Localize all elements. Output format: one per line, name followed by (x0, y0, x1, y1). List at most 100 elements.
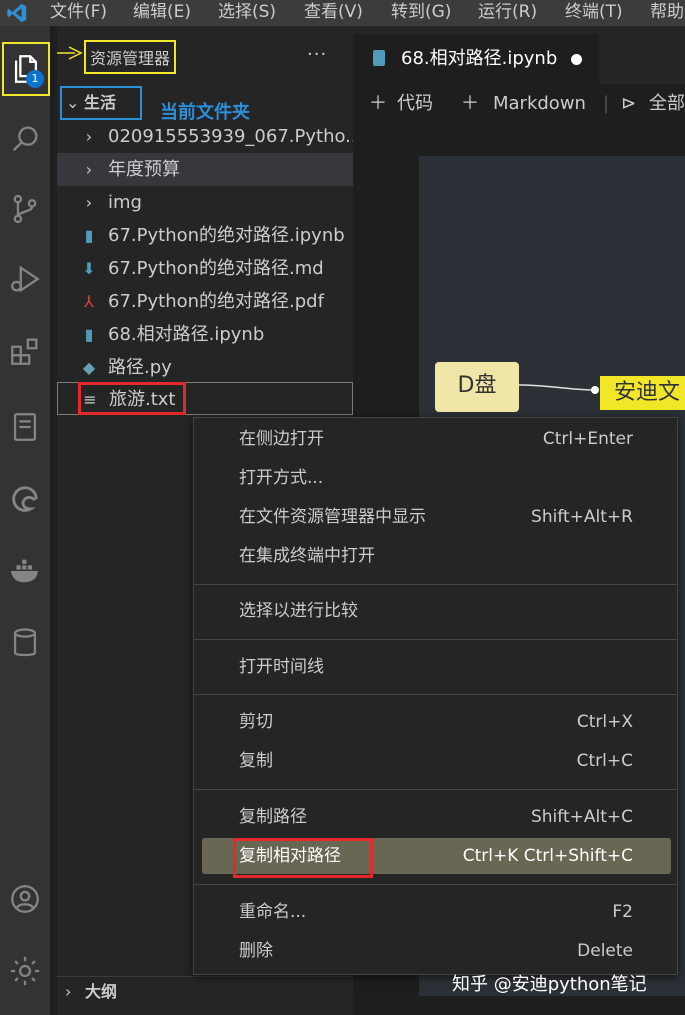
database-activity-button[interactable] (0, 618, 50, 668)
docker-activity-button[interactable] (0, 546, 50, 596)
edge-activity-button[interactable] (0, 474, 50, 524)
menu-item-rename[interactable]: 重命名... F2 (202, 894, 671, 930)
menu-item-label: 打开方式... (239, 468, 324, 488)
source-control-activity-button[interactable] (0, 184, 50, 234)
menu-item-shortcut: F2 (612, 902, 633, 922)
mindmap-node-d: D盘 (435, 362, 519, 412)
menu-item-open-with[interactable]: 打开方式... (202, 460, 671, 496)
tab-bar: 68.相对路径.ipynb (353, 26, 685, 84)
tab-label: 68.相对路径.ipynb (401, 48, 558, 69)
tree-item-label: 路径.py (108, 357, 172, 378)
tree-item-label: 68.相对路径.ipynb (108, 324, 265, 345)
add-markdown-button[interactable]: Markdown (493, 84, 586, 124)
menu-item-label: 在文件资源管理器中显示 (239, 507, 426, 527)
menu-item-open-to-side[interactable]: 在侧边打开 Ctrl+Enter (202, 421, 671, 457)
menu-go[interactable]: 转到(G) (391, 0, 451, 26)
tree-item[interactable]: › 020915553939_067.Pytho... (57, 120, 353, 153)
accounts-activity-button[interactable] (0, 874, 50, 924)
tree-item[interactable]: ▮ 67.Python的绝对路径.ipynb (57, 219, 353, 252)
pdf-file-icon: ⅄ (84, 292, 94, 311)
unsaved-dot-icon[interactable] (571, 54, 582, 65)
menu-edit[interactable]: 编辑(E) (133, 0, 191, 26)
menu-separator (194, 789, 677, 790)
tree-item[interactable]: › img (57, 186, 353, 219)
outline-section-header[interactable]: › 大纲 (57, 976, 353, 1006)
extensions-icon (11, 338, 38, 365)
menu-item-label: 复制路径 (239, 807, 307, 827)
menu-item-copy[interactable]: 复制 Ctrl+C (202, 743, 671, 779)
menu-file[interactable]: 文件(F) (50, 0, 107, 26)
tree-item-label: 020915553939_067.Pytho... (108, 126, 353, 147)
docker-icon (10, 559, 38, 583)
tab-notebook[interactable]: 68.相对路径.ipynb (353, 34, 599, 84)
menu-item-shortcut: Shift+Alt+C (530, 807, 633, 827)
python-file-icon: ◆ (82, 358, 96, 377)
tree-item[interactable]: ⅄ 67.Python的绝对路径.pdf (57, 285, 353, 318)
notebook-activity-button[interactable] (0, 402, 50, 452)
notebook-file-icon: ▮ (84, 325, 94, 344)
explorer-title: 资源管理器 (84, 40, 177, 74)
plus-icon: ＋ (369, 93, 387, 114)
menu-terminal[interactable]: 终端(T) (565, 0, 623, 26)
source-control-icon (13, 194, 37, 224)
menu-item-select-for-compare[interactable]: 选择以进行比较 (202, 593, 671, 629)
add-code-button[interactable]: 代码 (397, 84, 433, 124)
notebook-file-icon (373, 50, 385, 66)
run-all-icon: ⊳ (621, 93, 637, 114)
menu-item-label: 选择以进行比较 (239, 601, 358, 621)
menu-item-label: 剪切 (239, 712, 273, 732)
outline-title: 大纲 (85, 982, 118, 1001)
search-activity-button[interactable] (0, 114, 50, 164)
menu-item-copy-path[interactable]: 复制路径 Shift+Alt+C (202, 799, 671, 835)
tree-item-label: 67.Python的绝对路径.ipynb (108, 225, 345, 246)
tree-item[interactable]: ⬇ 67.Python的绝对路径.md (57, 252, 353, 285)
mindmap-connector (519, 384, 599, 394)
menu-item-shortcut: Shift+Alt+R (531, 507, 633, 527)
tree-item[interactable]: ▮ 68.相对路径.ipynb (57, 318, 353, 351)
menu-item-delete[interactable]: 删除 Delete (202, 933, 671, 969)
vscode-logo-icon[interactable] (6, 2, 28, 24)
extensions-activity-button[interactable] (0, 326, 50, 376)
menu-item-label: 删除 (239, 941, 273, 961)
database-icon (13, 628, 37, 657)
toolbar-divider: | (603, 93, 610, 114)
tree-item[interactable]: › 年度预算 (57, 153, 353, 186)
chevron-down-icon: ⌄ (66, 93, 80, 112)
chevron-right-icon: › (85, 160, 93, 179)
menu-item-open-timeline[interactable]: 打开时间线 (202, 649, 671, 685)
run-all-button[interactable]: 全部 (649, 84, 685, 124)
watermark: 知乎 @安迪python笔记 (452, 974, 647, 995)
workspace-folder-header[interactable]: ⌄ 生活 (60, 86, 142, 120)
account-icon (11, 885, 39, 913)
menu-item-label: 在集成终端中打开 (239, 546, 375, 566)
explorer-activity-button[interactable]: 1 (2, 42, 50, 96)
run-debug-activity-button[interactable] (0, 254, 50, 304)
menu-item-label: 打开时间线 (239, 657, 324, 677)
menu-item-shortcut: Ctrl+C (576, 751, 633, 771)
tree-item[interactable]: ◆ 路径.py (57, 351, 353, 384)
edge-browser-icon (12, 486, 38, 512)
gear-icon (10, 956, 40, 986)
run-debug-icon (11, 265, 40, 293)
menu-item-label: 复制 (239, 751, 273, 771)
tree-item-label: 67.Python的绝对路径.pdf (108, 291, 324, 312)
menu-item-open-in-terminal[interactable]: 在集成终端中打开 (202, 538, 671, 574)
tree-item-label: img (108, 192, 142, 213)
more-actions-button[interactable]: ··· (307, 44, 327, 65)
menu-item-reveal-in-explorer[interactable]: 在文件资源管理器中显示 Shift+Alt+R (202, 499, 671, 535)
menu-view[interactable]: 查看(V) (304, 0, 363, 26)
search-icon (12, 126, 38, 152)
workspace-folder-name: 生活 (84, 93, 117, 112)
activity-bar: 1 (0, 26, 50, 1015)
menu-run[interactable]: 运行(R) (478, 0, 537, 26)
chevron-right-icon: › (85, 193, 93, 212)
menu-item-label: 在侧边打开 (239, 429, 324, 449)
notebook-toolbar: ＋ 代码 ＋ Markdown | ⊳ 全部 (353, 84, 685, 124)
menu-selection[interactable]: 选择(S) (218, 0, 276, 26)
annotation-arrow-icon (57, 46, 83, 60)
manage-activity-button[interactable] (0, 946, 50, 996)
menu-item-cut[interactable]: 剪切 Ctrl+X (202, 704, 671, 740)
menu-separator (194, 639, 677, 640)
annotation-red-box (78, 382, 186, 415)
menu-help[interactable]: 帮助 (650, 0, 684, 26)
